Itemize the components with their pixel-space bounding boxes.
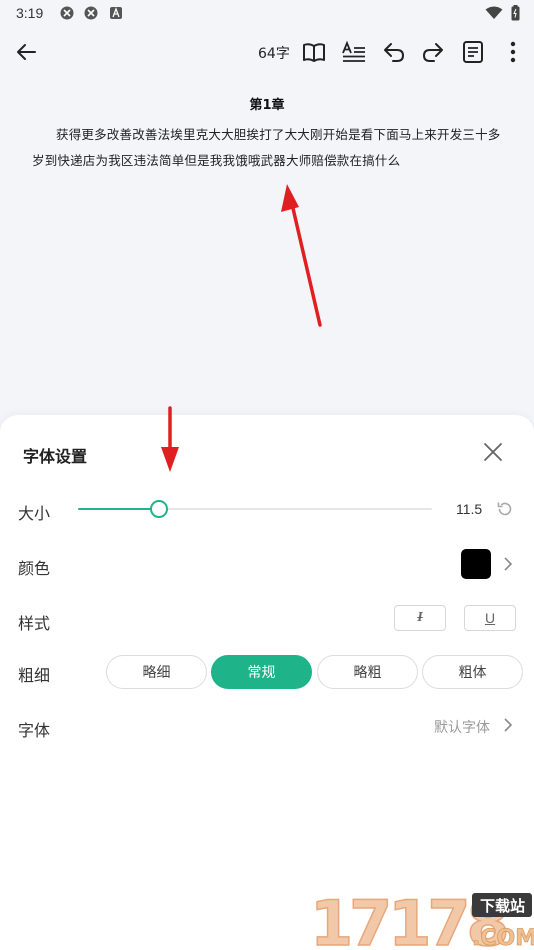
font-size-slider[interactable]: [78, 500, 432, 518]
app-icon-2: [84, 6, 98, 20]
chevron-right-icon[interactable]: [502, 717, 514, 733]
site-watermark-logo: 17178 下载站 .COM: [309, 886, 534, 950]
italic-glyph: I: [417, 610, 423, 625]
weight-option-regular[interactable]: 常规: [211, 655, 312, 689]
battery-icon: [511, 5, 520, 21]
more-button[interactable]: [499, 38, 527, 66]
app-icon-1: [60, 6, 74, 20]
redo-button[interactable]: [419, 38, 447, 66]
font-size-value: 11.5: [456, 501, 483, 517]
color-swatch[interactable]: [461, 549, 491, 579]
status-bar: 3:19: [0, 0, 534, 28]
note-button[interactable]: [459, 38, 487, 66]
chapter-title[interactable]: 第1章: [0, 94, 534, 113]
font-label: 字体: [18, 721, 51, 740]
weight-label: 粗细: [18, 666, 51, 685]
status-time: 3:19: [16, 5, 44, 21]
redo-icon: [423, 43, 443, 62]
weight-option-medium[interactable]: 略粗: [317, 655, 418, 689]
sheet-title: 字体设置: [23, 447, 88, 466]
book-icon: [303, 43, 325, 62]
close-icon[interactable]: [482, 441, 504, 463]
word-count: 64字: [258, 46, 290, 62]
font-family-value[interactable]: 默认字体: [434, 717, 490, 737]
annotation-arrow-up: [281, 184, 322, 327]
font-settings-sheet: 字体设置 大小 11.5 颜色 样式 I U 粗细 略细 常规 略粗 粗体 字体…: [0, 415, 534, 950]
svg-text:.COM: .COM: [472, 926, 534, 950]
slider-thumb[interactable]: [150, 500, 168, 518]
chevron-right-icon[interactable]: [502, 556, 514, 572]
back-button[interactable]: [12, 38, 40, 66]
underline-button[interactable]: U: [464, 605, 516, 631]
svg-text:下载站: 下载站: [480, 897, 525, 915]
format-text-icon: [342, 40, 365, 62]
a-icon: [110, 7, 122, 19]
weight-option-bold[interactable]: 粗体: [422, 655, 523, 689]
size-label: 大小: [18, 504, 51, 523]
editor-toolbar: 64字: [0, 30, 534, 74]
style-label: 样式: [18, 614, 51, 633]
more-vertical-icon: [510, 41, 516, 63]
underline-glyph: U: [484, 610, 496, 626]
chapter-body-text[interactable]: 获得更多改善改善法埃里克大大胆挨打了大大刚开始是看下面马上来开发三十多岁到快递店…: [32, 122, 508, 174]
italic-button[interactable]: I: [394, 605, 446, 631]
note-icon: [463, 41, 483, 63]
color-label: 颜色: [18, 559, 51, 578]
reset-icon[interactable]: [496, 500, 514, 518]
undo-button[interactable]: [380, 38, 408, 66]
text-format-button[interactable]: [340, 38, 368, 66]
back-arrow-icon: [17, 44, 36, 60]
slider-fill: [78, 508, 159, 510]
reading-mode-button[interactable]: [300, 38, 328, 66]
weight-option-light[interactable]: 略细: [106, 655, 207, 689]
wifi-icon: [485, 6, 503, 19]
undo-icon: [384, 43, 404, 62]
